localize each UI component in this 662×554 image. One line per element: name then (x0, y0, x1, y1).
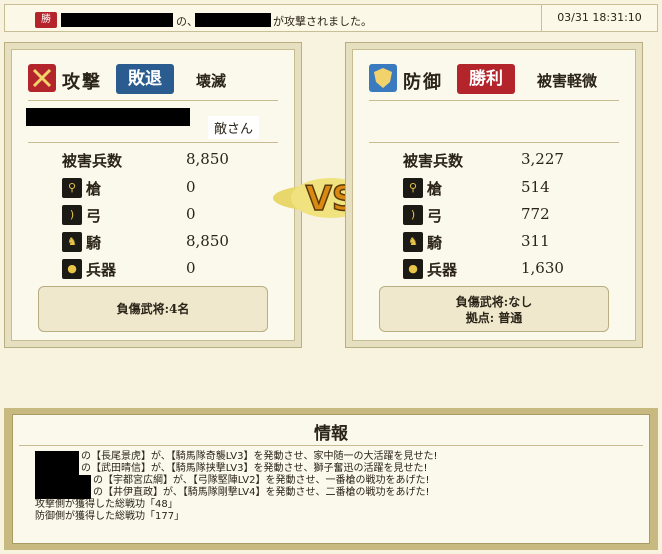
redacted-name (195, 13, 271, 27)
injured-generals-text: 負傷武将:4名 (116, 302, 190, 316)
battle-report-header: 勝 の、 が攻撃されました。 03/31 18:31:10 (4, 4, 658, 32)
bow-value: 772 (521, 205, 550, 223)
battle-log: の【長尾景虎】が、【騎馬隊奇襲LV3】を発動させ、家中随一の大活躍を見せた! の… (35, 451, 437, 523)
defense-notes-box: 負傷武将:なし 拠点: 普通 (379, 286, 609, 332)
defense-title: 防御 (403, 72, 443, 93)
attacker-panel-inner: 攻撃 敗退 壊滅 敵さん 被害兵数 8,850 ⚲ 槍 0 ) 弓 0 ♞ 騎 … (11, 49, 295, 341)
log-line: の【長尾景虎】が、【騎馬隊奇襲LV3】を発動させ、家中随一の大活躍を見せた! (35, 451, 437, 463)
stronghold-status-text: 拠点: 普通 (465, 311, 523, 325)
cavalry-value: 8,850 (186, 232, 229, 250)
redacted-name (35, 451, 79, 463)
log-line: の【井伊直政】が、【騎馬隊剛撃LV4】を発動させ、二番槍の戦功をあげた! (35, 487, 429, 499)
damage-value: 8,850 (186, 150, 229, 168)
battle-timestamp: 03/31 18:31:10 (541, 5, 657, 31)
header-message: が攻撃されました。 (273, 15, 372, 28)
bow-value: 0 (186, 205, 196, 223)
cavalry-label: 騎 (427, 234, 443, 252)
bow-label: 弓 (86, 207, 102, 225)
siege-value: 0 (186, 259, 196, 277)
bow-icon: ) (62, 205, 82, 225)
defender-panel: 防御 勝利 被害軽微 被害兵数 3,227 ⚲ 槍 514 ) 弓 772 ♞ … (345, 42, 643, 348)
cavalry-label: 騎 (86, 234, 102, 252)
info-panel: 情報 の【長尾景虎】が、【騎馬隊奇襲LV3】を発動させ、家中随一の大活躍を見せた… (12, 414, 650, 544)
divider (28, 100, 278, 101)
injured-generals-text: 負傷武将:なし (455, 295, 533, 309)
divider (369, 142, 619, 143)
attacker-merit-line: 攻撃側が獲得した総戦功「48」 (35, 499, 178, 510)
defeat-badge: 敗退 (116, 64, 174, 94)
victory-badge: 勝 (35, 12, 57, 28)
siege-weapon-icon: ● (62, 259, 82, 279)
crossed-swords-icon (28, 64, 56, 92)
spear-value: 514 (521, 178, 550, 196)
victory-result-badge: 勝利 (457, 64, 515, 94)
siege-weapon-icon: ● (403, 259, 423, 279)
log-line: の【武田晴信】が、【騎馬隊挟撃LV3】を発動させ、獅子奮迅の活躍を見せた! (35, 463, 427, 475)
divider (19, 445, 643, 446)
siege-label: 兵器 (427, 261, 458, 279)
damage-label: 被害兵数 (403, 152, 464, 170)
shield-icon (369, 64, 397, 92)
spear-value: 0 (186, 178, 196, 196)
injured-generals-box: 負傷武将:4名 (38, 286, 268, 332)
bow-label: 弓 (427, 207, 443, 225)
defender-result: 被害軽微 (537, 72, 598, 90)
spear-icon: ⚲ (403, 178, 423, 198)
redacted-player-name (26, 108, 190, 126)
damage-value: 3,227 (521, 150, 564, 168)
cavalry-value: 311 (521, 232, 550, 250)
bow-icon: ) (403, 205, 423, 225)
redacted-name (61, 13, 173, 27)
redacted-name (35, 475, 91, 487)
info-section: 情報 の【長尾景虎】が、【騎馬隊奇襲LV3】を発動させ、家中随一の大活躍を見せた… (4, 408, 658, 550)
attack-title: 攻撃 (62, 72, 102, 93)
attacker-result: 壊滅 (196, 72, 227, 90)
spear-icon: ⚲ (62, 178, 82, 198)
spear-label: 槍 (86, 180, 102, 198)
divider (28, 142, 278, 143)
attacker-panel: 攻撃 敗退 壊滅 敵さん 被害兵数 8,850 ⚲ 槍 0 ) 弓 0 ♞ 騎 … (4, 42, 302, 348)
spear-label: 槍 (427, 180, 443, 198)
horse-icon: ♞ (403, 232, 423, 252)
redacted-name (35, 463, 79, 475)
siege-label: 兵器 (86, 261, 117, 279)
horse-icon: ♞ (62, 232, 82, 252)
defender-merit-line: 防御側が獲得した総戦功「177」 (35, 511, 185, 522)
siege-value: 1,630 (521, 259, 564, 277)
divider (369, 100, 619, 101)
info-title: 情報 (314, 424, 348, 444)
enemy-label: 敵さん (208, 116, 260, 139)
redacted-name (35, 487, 91, 499)
log-line: の【宇都宮広綱】が、【弓隊堅陣LV2】を発動させ、一番槍の戦功をあげた! (35, 475, 429, 487)
damage-label: 被害兵数 (62, 152, 123, 170)
defender-panel-inner: 防御 勝利 被害軽微 被害兵数 3,227 ⚲ 槍 514 ) 弓 772 ♞ … (352, 49, 636, 341)
